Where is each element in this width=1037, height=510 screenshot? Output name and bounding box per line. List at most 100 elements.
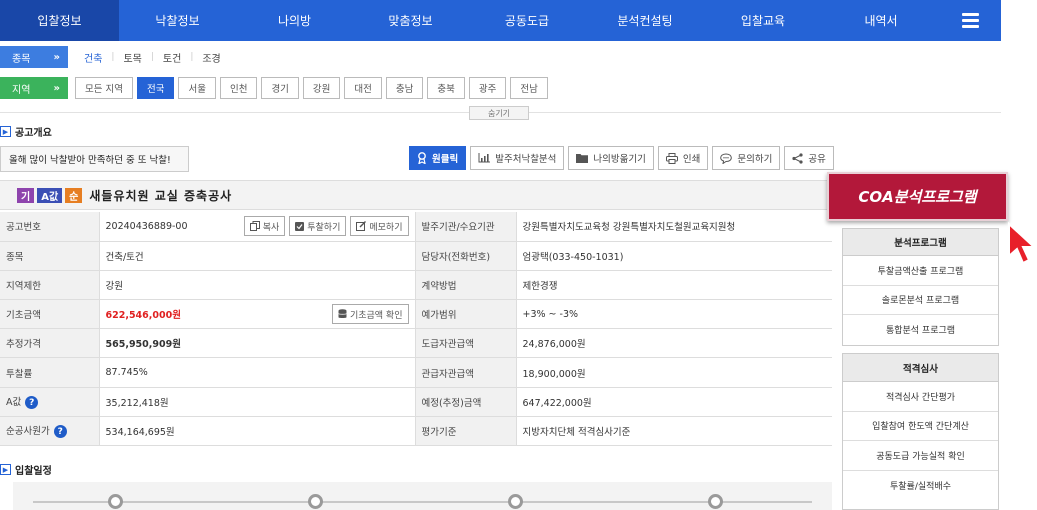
award-icon (418, 152, 426, 164)
category-link-landscape[interactable]: 조경 (202, 50, 220, 65)
schedule-section-title: ▶ 입찰일정 (0, 462, 52, 477)
label-net-cost-cell: 순공사원가? (0, 416, 100, 447)
label-a-value: A값 (6, 397, 22, 409)
category-filter-label: 종목 (12, 53, 31, 65)
value-planned-amount: 647,422,000원 (516, 387, 832, 417)
notice-title: 새들유치원 교실 증축공사 (89, 188, 233, 203)
category-link-building[interactable]: 건축 (84, 50, 102, 65)
orderer-award-analysis-button[interactable]: 발주처낙찰분석 (470, 146, 565, 170)
database-icon (338, 309, 347, 319)
inquiry-button[interactable]: 문의하기 (712, 146, 781, 170)
region-button-gwangju[interactable]: 광주 (468, 77, 507, 99)
nav-item-analysis-consulting[interactable]: 분석컨설팅 (586, 0, 704, 41)
nav-item-custom-info[interactable]: 맞춤정보 (353, 0, 468, 41)
joint-contract-performance-check-link[interactable]: 공동도급 가능실적 확인 (843, 441, 998, 471)
coa-analysis-program-button[interactable]: COA분석프로그램 (827, 172, 1008, 221)
divider: | (150, 52, 154, 62)
table-row: A값? 35,212,418원 예정(추정)금액 647,422,000원 (0, 387, 832, 417)
nav-item-award-info[interactable]: 낙찰정보 (119, 0, 236, 41)
copy-button[interactable]: 복사 (243, 216, 286, 237)
hamburger-icon[interactable] (940, 0, 1001, 41)
value-notice-number-cell: 20240436889-00 복사 투찰하기 메모하기 (99, 212, 416, 242)
move-to-my-room-button[interactable]: 나의방옮기기 (568, 146, 654, 170)
badge-sun: 순 (65, 187, 83, 203)
bid-amount-calculation-program-link[interactable]: 투찰금액산출 프로그램 (843, 256, 998, 286)
region-button-jeonnam[interactable]: 전남 (510, 77, 548, 99)
inquiry-label: 문의하기 (737, 154, 773, 165)
region-button-all[interactable]: 모든 지역 (75, 77, 133, 99)
region-button-chungnam[interactable]: 충남 (385, 77, 424, 99)
category-link-civil-building[interactable]: 토건 (163, 50, 181, 65)
nav-item-my-room[interactable]: 나의방 (236, 0, 353, 41)
eligibility-quick-evaluation-link[interactable]: 적격심사 간단평가 (843, 382, 998, 412)
table-row: 순공사원가? 534,164,695원 평가기준 지방자치단체 적격심사기준 (0, 416, 832, 447)
nav-item-joint-contract[interactable]: 공동도급 (468, 0, 586, 41)
region-filter-row: 지역 » 모든 지역 전국 서울 인천 경기 강원 대전 충남 충북 광주 전남 (0, 77, 548, 99)
label-planned-amount: 예정(추정)금액 (414, 387, 517, 417)
copy-label: 복사 (262, 222, 280, 233)
table-row: 지역제한 강원 계약방법 제한경쟁 (0, 270, 832, 301)
label-net-construction-cost: 순공사원가 (6, 426, 50, 438)
overview-section-title: ▶ 공고개요 (0, 124, 52, 139)
value-evaluation-criteria: 지방자치단체 적격심사기준 (516, 416, 832, 447)
one-click-button[interactable]: 원클릭 (409, 146, 467, 170)
integrated-analysis-program-link[interactable]: 통합분석 프로그램 (843, 315, 998, 345)
value-contractor-supplied-amount: 24,876,000원 (516, 328, 832, 359)
category-filter-tag[interactable]: 종목 » (0, 46, 68, 68)
filter-collapse-bar: 숨기기 (0, 106, 1001, 120)
check-base-amount-button[interactable]: 기초금액 확인 (331, 304, 409, 325)
memo-button[interactable]: 메모하기 (350, 216, 409, 237)
timeline-dot (308, 494, 323, 509)
value-orderer: 강원특별자치도교육청 강원특별자치도철원교육지원청 (516, 212, 832, 242)
analysis-program-title: 분석프로그램 (843, 229, 998, 256)
double-chevron-right-icon: » (53, 82, 60, 94)
value-price-range: +3% ~ -3% (516, 299, 832, 330)
region-button-incheon[interactable]: 인천 (219, 77, 258, 99)
label-estimated-price: 추정가격 (0, 328, 100, 359)
value-category: 건축/토건 (99, 241, 416, 271)
print-label: 인쇄 (682, 154, 701, 165)
check-base-amount-label: 기초금액 확인 (349, 310, 403, 321)
label-contractor-supplied-amount: 도급자관급액 (414, 328, 517, 359)
label-region-limit: 지역제한 (0, 270, 100, 301)
help-icon[interactable]: ? (25, 396, 39, 410)
region-button-nationwide[interactable]: 전국 (136, 77, 175, 99)
submit-bid-button[interactable]: 투찰하기 (289, 216, 347, 237)
printer-icon (665, 152, 678, 164)
value-government-supplied-amount: 18,900,000원 (516, 357, 832, 388)
region-filter-tag[interactable]: 지역 » (0, 77, 68, 99)
analysis-program-panel: 분석프로그램 투찰금액산출 프로그램 솔로몬분석 프로그램 통합분석 프로그램 (842, 228, 999, 346)
help-icon[interactable]: ? (53, 425, 67, 439)
action-toolbar: 원클릭 발주처낙찰분석 나의방옮기기 인쇄 문의하기 공유 (409, 146, 834, 170)
nav-item-statement[interactable]: 내역서 (822, 0, 940, 41)
eligibility-review-panel: 적격심사 적격심사 간단평가 입찰참여 한도액 간단계산 공동도급 가능실적 확… (842, 353, 999, 510)
hide-filters-button[interactable]: 숨기기 (469, 106, 529, 120)
print-button[interactable]: 인쇄 (657, 146, 709, 170)
region-button-chungbuk[interactable]: 충북 (427, 77, 465, 99)
edit-icon (356, 221, 367, 232)
value-base-amount: 622,546,000원 (105, 310, 181, 322)
badge-a-value: A값 (37, 187, 63, 203)
value-estimated-price: 565,950,909원 (99, 328, 416, 359)
region-button-seoul[interactable]: 서울 (178, 77, 216, 99)
value-contact: 엄광택(033-450-1031) (516, 241, 832, 271)
category-link-civil[interactable]: 토목 (123, 50, 141, 65)
table-row: 공고번호 20240436889-00 복사 투찰하기 메모하기 발주기관/수요… (0, 212, 832, 242)
nav-item-bid-education[interactable]: 입찰교육 (704, 0, 822, 41)
table-row: 투찰률 87.745% 관급자관급액 18,900,000원 (0, 357, 832, 388)
bid-limit-quick-calc-link[interactable]: 입찰참여 한도액 간단계산 (843, 412, 998, 441)
share-icon (792, 152, 803, 164)
timeline-line (33, 501, 812, 503)
play-square-icon: ▶ (0, 126, 11, 137)
region-button-gyeonggi[interactable]: 경기 (261, 77, 299, 99)
bid-rate-performance-multiple-link[interactable]: 투찰률/실적배수 (843, 471, 998, 501)
table-row: 종목 건축/토건 담당자(전화번호) 엄광택(033-450-1031) (0, 241, 832, 271)
bar-chart-icon (478, 153, 491, 163)
region-button-gangwon[interactable]: 강원 (302, 77, 341, 99)
region-button-daejeon[interactable]: 대전 (344, 77, 382, 99)
label-orderer: 발주기관/수요기관 (414, 212, 517, 242)
memo-label: 메모하기 (369, 222, 403, 233)
share-button[interactable]: 공유 (784, 146, 834, 170)
solomon-analysis-program-link[interactable]: 솔로몬분석 프로그램 (843, 286, 998, 315)
nav-item-bid-info[interactable]: 입찰정보 (0, 0, 119, 41)
